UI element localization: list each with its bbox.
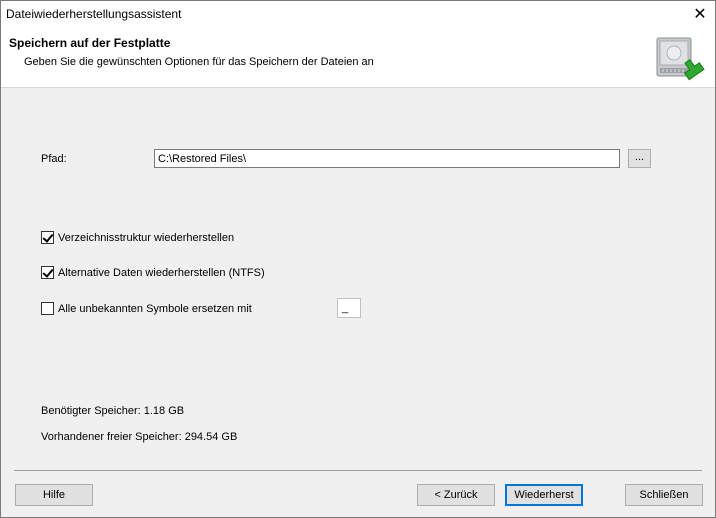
hard-drive-restore-icon (656, 37, 705, 81)
wizard-header: Speichern auf der Festplatte Geben Sie d… (1, 27, 715, 88)
checkbox[interactable] (41, 302, 54, 315)
back-button[interactable]: < Zurück (417, 484, 495, 506)
page-subtitle: Geben Sie die gewünschten Optionen für d… (24, 56, 374, 68)
option-label: Verzeichnisstruktur wiederherstellen (58, 231, 235, 244)
checkbox[interactable] (41, 266, 54, 279)
window-title: Dateiwiederherstellungsassistent (6, 7, 182, 21)
path-input[interactable] (154, 149, 620, 168)
help-button[interactable]: Hilfe (15, 484, 93, 506)
close-icon[interactable]: ✕ (685, 1, 715, 27)
title-bar: Dateiwiederherstellungsassistent ✕ (1, 1, 715, 27)
option-replace-symbols[interactable]: Alle unbekannten Symbole ersetzen mit (41, 302, 252, 315)
option-label: Alternative Daten wiederherstellen (NTFS… (58, 266, 265, 279)
option-restore-ntfs[interactable]: Alternative Daten wiederherstellen (NTFS… (41, 266, 265, 279)
restore-button[interactable]: Wiederherst (505, 484, 583, 506)
free-space: Vorhandener freier Speicher: 294.54 GB (41, 431, 238, 443)
path-label: Pfad: (41, 153, 67, 165)
separator (14, 470, 702, 471)
option-label: Alle unbekannten Symbole ersetzen mit (58, 302, 252, 315)
checkbox[interactable] (41, 231, 54, 244)
option-restore-structure[interactable]: Verzeichnisstruktur wiederherstellen (41, 231, 234, 244)
required-space: Benötigter Speicher: 1.18 GB (41, 405, 185, 417)
replace-symbol-input[interactable]: _ (337, 298, 361, 318)
close-button[interactable]: Schließen (625, 484, 703, 506)
wizard-window: Dateiwiederherstellungsassistent ✕ Speic… (0, 0, 716, 518)
page-title: Speichern auf der Festplatte (9, 36, 171, 50)
browse-button[interactable]: ... (628, 149, 651, 168)
